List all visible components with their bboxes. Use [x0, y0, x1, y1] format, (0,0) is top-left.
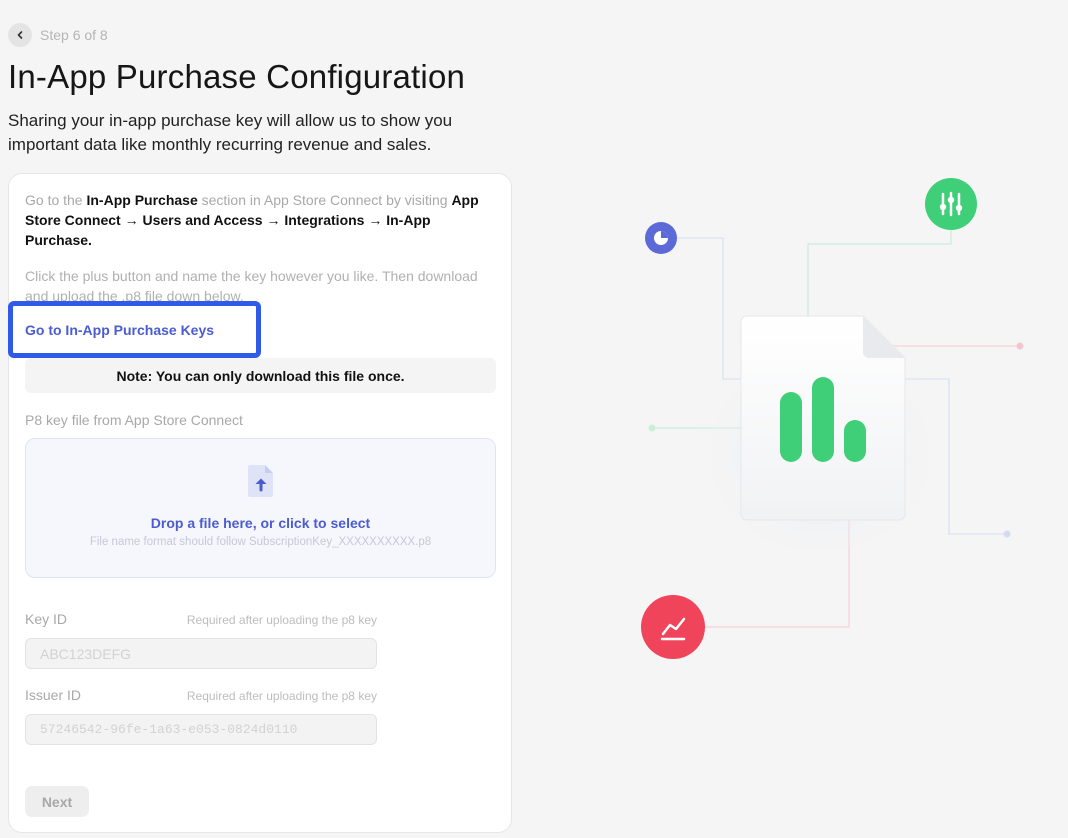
go-to-iap-keys-link[interactable]: Go to In-App Purchase Keys — [25, 322, 214, 338]
instructions-download: Click the plus button and name the key h… — [25, 268, 478, 304]
sliders-icon — [925, 178, 977, 230]
page-title: In-App Purchase Configuration — [8, 58, 466, 95]
trend-line-icon — [641, 595, 705, 659]
back-button[interactable] — [8, 23, 32, 47]
key-id-hint: Required after uploading the p8 key — [186, 613, 377, 627]
bar-chart-document-icon — [740, 315, 906, 521]
p8-file-dropzone[interactable]: Drop a file here, or click to select Fil… — [25, 438, 496, 578]
endpoint-dot — [648, 424, 656, 432]
page-subtitle: Sharing your in-app purchase key will al… — [8, 111, 453, 154]
p8-file-label: P8 key file from App Store Connect — [25, 412, 243, 428]
highlighted-link-box: Go to In-App Purchase Keys — [8, 301, 261, 358]
next-button[interactable]: Next — [25, 786, 89, 817]
issuer-id-input[interactable] — [25, 714, 377, 745]
analytics-illustration — [641, 178, 1024, 659]
pie-chart-icon — [645, 222, 677, 254]
dropzone-hint: File name format should follow Subscript… — [89, 536, 432, 548]
download-once-note: Note: You can only download this file on… — [25, 358, 496, 393]
key-id-input[interactable] — [25, 638, 377, 669]
step-indicator: Step 6 of 8 — [8, 23, 108, 47]
chevron-left-icon — [17, 31, 23, 39]
key-id-label: Key ID — [25, 611, 68, 627]
endpoint-dot — [1016, 342, 1024, 350]
issuer-id-hint: Required after uploading the p8 key — [186, 689, 377, 703]
file-upload-icon — [248, 465, 273, 497]
issuer-id-label: Issuer ID — [25, 687, 82, 703]
endpoint-dot — [1003, 530, 1011, 538]
step-text: Step 6 of 8 — [40, 27, 108, 43]
dropzone-title: Drop a file here, or click to select — [150, 515, 371, 531]
instructions-paragraph: Go to the In-App Purchase section in App… — [25, 192, 479, 248]
configuration-card: Go to the In-App Purchase section in App… — [8, 173, 512, 833]
